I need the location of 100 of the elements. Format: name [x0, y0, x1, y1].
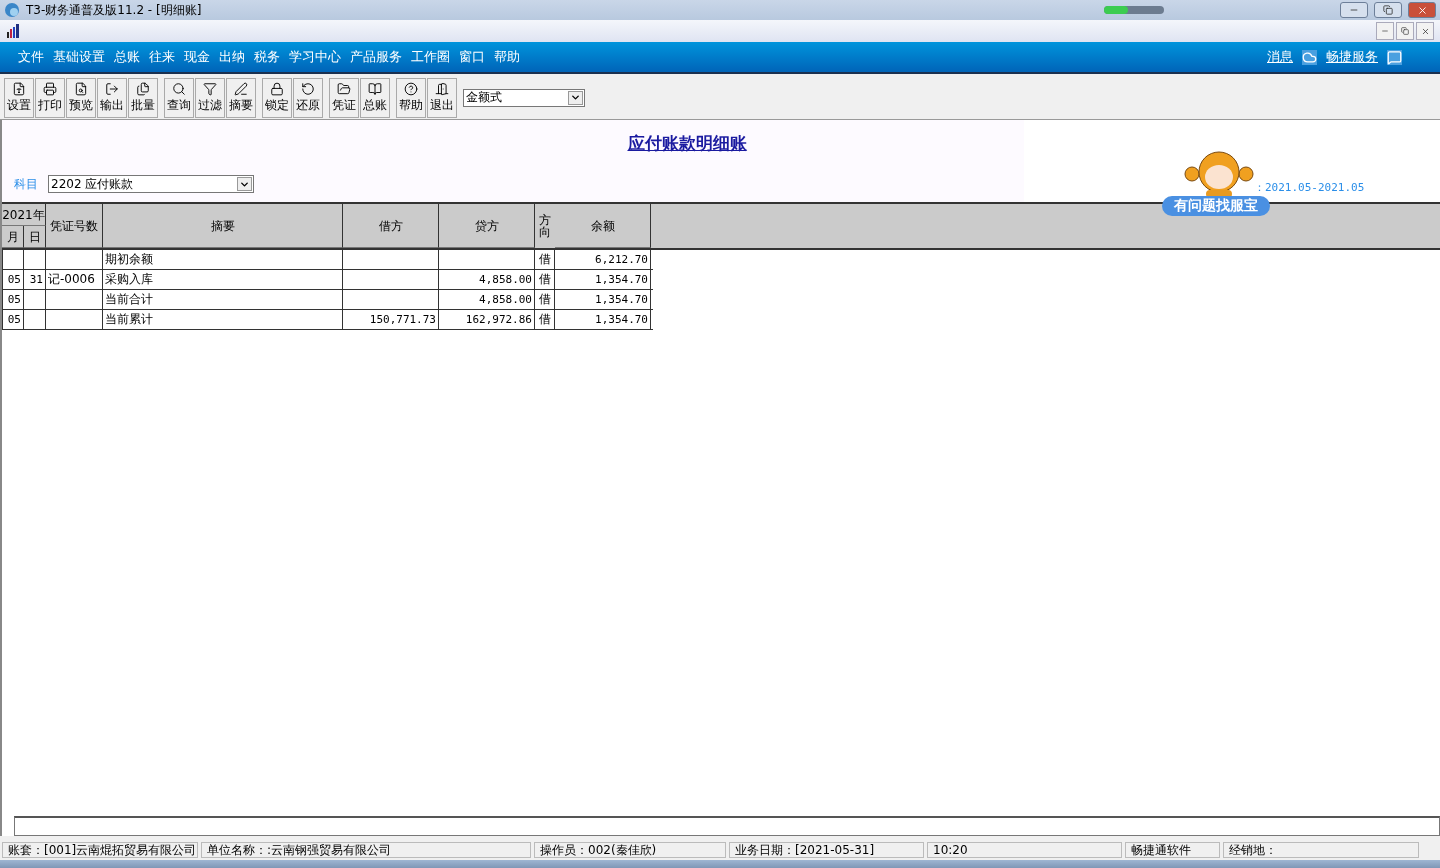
- restore-icon: [1401, 27, 1409, 35]
- menu-item[interactable]: 往来: [149, 48, 175, 66]
- table-cell: 1,354.70: [555, 290, 651, 309]
- menu-item[interactable]: 学习中心: [289, 48, 341, 66]
- table-cell: 05: [2, 270, 24, 289]
- subject-label: 科目: [14, 175, 38, 193]
- dropdown-caret-icon: [570, 92, 581, 103]
- app-logo-icon: [4, 2, 20, 18]
- exit-icon: [435, 81, 449, 96]
- restore-icon: [1383, 5, 1393, 15]
- chart-bars-icon: [6, 24, 20, 38]
- table-cell: 借: [535, 250, 555, 269]
- preview-icon: [74, 81, 88, 96]
- toolbar-button[interactable]: 总账: [360, 77, 390, 118]
- close-button[interactable]: [1408, 2, 1436, 18]
- close-button[interactable]: [1416, 22, 1434, 40]
- column-header: 余额: [555, 204, 651, 248]
- service-link[interactable]: 畅捷服务: [1326, 48, 1378, 66]
- table-cell: 162,972.86: [439, 310, 535, 329]
- table-cell: 当前合计: [103, 290, 343, 309]
- toolbar-button[interactable]: 批量: [128, 77, 158, 118]
- toolbar-button[interactable]: 帮助: [396, 77, 426, 118]
- minimize-icon: [1381, 27, 1389, 35]
- year-header: 2021年: [2, 204, 46, 226]
- folder-icon: [337, 81, 351, 96]
- toolbar-button[interactable]: 查询: [164, 77, 194, 118]
- month-header: 月: [2, 226, 24, 248]
- printer-icon: [43, 81, 57, 96]
- toolbar-button[interactable]: 凭证: [329, 77, 359, 118]
- format-select[interactable]: 金额式: [463, 88, 585, 107]
- table-cell: 借: [535, 310, 555, 329]
- search-icon: [172, 81, 186, 96]
- status-text: 畅捷通软件: [1125, 842, 1220, 858]
- table-cell: 31: [24, 270, 46, 289]
- menu-item[interactable]: 工作圈: [411, 48, 450, 66]
- status-text: 单位名称：:云南钢强贸易有限公司: [201, 842, 531, 858]
- menu-item[interactable]: 基础设置: [53, 48, 105, 66]
- messages-link[interactable]: 消息: [1267, 48, 1293, 66]
- table-cell: 借: [535, 290, 555, 309]
- menu-item[interactable]: 总账: [114, 48, 140, 66]
- toolbar-button[interactable]: 锁定: [262, 77, 292, 118]
- close-icon: [1416, 4, 1428, 16]
- column-header: 凭证号数: [46, 204, 103, 248]
- table-cell: 05: [2, 290, 24, 309]
- status-text: 10:20: [927, 842, 1122, 858]
- menu-item[interactable]: 出纳: [219, 48, 245, 66]
- period-text: ：2021.05-2021.05: [1254, 180, 1365, 195]
- chat-icon[interactable]: [1387, 49, 1402, 65]
- book-icon: [368, 81, 382, 96]
- pen-icon: [234, 81, 248, 96]
- subject-select[interactable]: 2202 应付账款: [48, 175, 254, 193]
- export-icon: [105, 81, 119, 96]
- cloud-icon[interactable]: [1302, 49, 1317, 65]
- menu-item[interactable]: 现金: [184, 48, 210, 66]
- minimize-button[interactable]: [1340, 2, 1368, 18]
- menu-item[interactable]: 产品服务: [350, 48, 402, 66]
- table-cell: 1,354.70: [555, 310, 651, 329]
- minimize-button[interactable]: [1376, 22, 1394, 40]
- window-title: T3-财务通普及版11.2 - [明细账]: [26, 1, 203, 19]
- input-field[interactable]: [14, 816, 1440, 836]
- status-text: 业务日期：[2021-05-31]: [729, 842, 924, 858]
- table-cell: 1,354.70: [555, 270, 651, 289]
- menu-item[interactable]: 窗口: [459, 48, 485, 66]
- close-icon: [1420, 26, 1430, 36]
- toolbar-button[interactable]: 退出: [427, 77, 457, 118]
- restore-button[interactable]: [1396, 22, 1414, 40]
- menu-item[interactable]: 文件: [18, 48, 44, 66]
- restore-button[interactable]: [1374, 2, 1402, 18]
- column-header: 贷方: [439, 204, 535, 248]
- menu-item[interactable]: 税务: [254, 48, 280, 66]
- toolbar-button[interactable]: 过滤: [195, 77, 225, 118]
- table-cell: 借: [535, 270, 555, 289]
- toolbar-button[interactable]: 还原: [293, 77, 323, 118]
- status-text: 经销地：: [1223, 842, 1419, 858]
- table-cell: 4,858.00: [439, 290, 535, 309]
- document-icon: [12, 81, 26, 96]
- menu-item[interactable]: 帮助: [494, 48, 520, 66]
- toolbar-button[interactable]: 预览: [66, 77, 96, 118]
- toolbar-button[interactable]: 输出: [97, 77, 127, 118]
- mascot-drawing: [1184, 150, 1254, 198]
- table-cell: 采购入库: [103, 270, 343, 289]
- status-text: 账套：[001]云南焜拓贸易有限公司: [2, 842, 198, 858]
- column-header: 借方: [343, 204, 439, 248]
- progress-indicator: [1104, 6, 1164, 14]
- table-cell: 05: [2, 310, 24, 329]
- column-header: 摘要: [103, 204, 343, 248]
- help-icon: [404, 81, 418, 96]
- table-cell: 当前累计: [103, 310, 343, 329]
- toolbar-button[interactable]: 摘要: [226, 77, 256, 118]
- toolbar-button[interactable]: 打印: [35, 77, 65, 118]
- lock-icon: [270, 81, 284, 96]
- status-text: 操作员：002(秦佳欣): [534, 842, 726, 858]
- table-cell: 期初余额: [103, 250, 343, 269]
- files-icon: [136, 81, 150, 96]
- toolbar-button[interactable]: 设置: [4, 77, 34, 118]
- day-header: 日: [24, 226, 46, 248]
- table-cell: 4,858.00: [439, 270, 535, 289]
- table-cell: 6,212.70: [555, 250, 651, 269]
- table-cell: 150,771.73: [343, 310, 439, 329]
- filter-icon: [203, 81, 217, 96]
